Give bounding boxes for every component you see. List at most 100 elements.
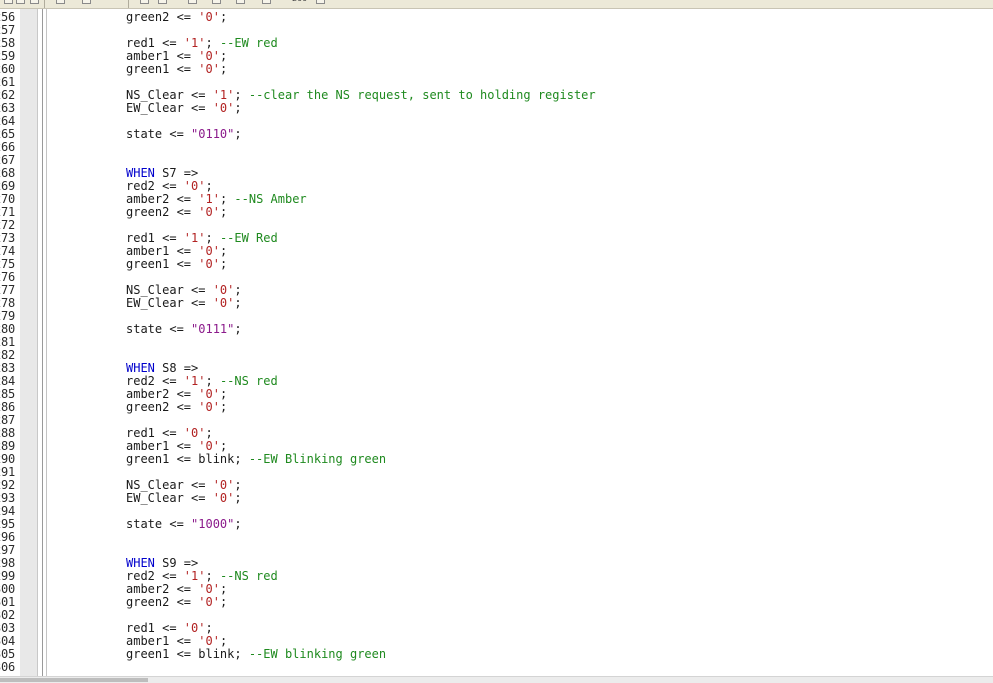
char-literal-token: '0' (212, 283, 235, 297)
code-line[interactable]: green1 <= '0'; (126, 258, 227, 271)
char-literal-token: '1' (183, 374, 206, 388)
comment-token: --EW Blinking green (248, 452, 387, 466)
char-literal-token: '0' (183, 179, 206, 193)
code-token: green1 <= (126, 62, 199, 76)
code-token: S8 => (154, 361, 199, 375)
code-token: EW_Clear <= (126, 491, 213, 505)
code-token: ; (219, 205, 228, 219)
paste-icon[interactable] (140, 0, 149, 4)
char-literal-token: '0' (212, 491, 235, 505)
comment-token: --NS red (219, 569, 278, 583)
fold-margin-line (42, 9, 43, 676)
char-literal-token: '0' (198, 582, 220, 596)
code-token: amber1 <= (126, 244, 199, 258)
open-file-icon[interactable] (16, 0, 25, 4)
code-token: ; (234, 296, 242, 310)
char-literal-token: '0' (183, 426, 206, 440)
code-token: green1 <= blink; (126, 647, 249, 661)
code-line[interactable]: EW_Clear <= '0'; (126, 297, 242, 310)
line-number: 306 (0, 660, 16, 674)
char-literal-token: '0' (198, 10, 220, 24)
char-literal-token: '1' (212, 88, 235, 102)
find-icon[interactable] (212, 0, 221, 4)
code-token: EW_Clear <= (126, 296, 213, 310)
code-line[interactable]: state <= "0111"; (126, 323, 242, 336)
breakpoint-margin[interactable] (20, 9, 38, 676)
code-token: ; (219, 582, 228, 596)
undo-icon[interactable] (158, 0, 167, 4)
code-token: ; (234, 491, 242, 505)
code-token: ; (234, 127, 242, 141)
char-literal-token: '0' (198, 244, 220, 258)
string-token: "1000" (191, 517, 235, 531)
code-token: state <= (126, 322, 192, 336)
new-file-icon[interactable] (4, 0, 13, 4)
char-literal-token: '0' (212, 478, 235, 492)
code-token: amber2 <= (126, 387, 199, 401)
code-token: ; (205, 231, 220, 245)
code-token: ; (234, 322, 242, 336)
code-token: state <= (126, 517, 192, 531)
code-line[interactable]: EW_Clear <= '0'; (126, 102, 242, 115)
comment-token: --EW Red (219, 231, 278, 245)
code-token: red1 <= (126, 36, 184, 50)
keyword-token: WHEN (126, 166, 155, 180)
code-line[interactable]: state <= "1000"; (126, 518, 242, 531)
keyword-token: WHEN (126, 361, 155, 375)
code-token: ; (219, 257, 228, 271)
code-token: green2 <= (126, 400, 199, 414)
save-icon[interactable] (30, 0, 39, 4)
code-token: amber1 <= (126, 634, 199, 648)
scrollbar-thumb[interactable] (0, 678, 148, 682)
redo-icon[interactable] (188, 0, 197, 4)
string-token: "0111" (191, 322, 235, 336)
code-line[interactable]: green1 <= blink; --EW Blinking green (126, 453, 386, 466)
code-line[interactable]: state <= "0110"; (126, 128, 242, 141)
code-token: state <= (126, 127, 192, 141)
toolbar-separator (44, 0, 45, 8)
code-token: ; (219, 244, 228, 258)
code-token: ; (219, 595, 228, 609)
code-token: ; (219, 62, 228, 76)
code-line[interactable]: green2 <= '0'; (126, 401, 227, 414)
comment-token: --clear the NS request, sent to holding … (248, 88, 596, 102)
code-editor[interactable]: green2 <= '0'; red1 <= '1'; --EW red amber… (48, 9, 993, 676)
align-icon[interactable] (316, 0, 325, 4)
code-token: red1 <= (126, 621, 184, 635)
code-token: ; (219, 400, 228, 414)
code-line[interactable]: green2 <= '0'; (126, 596, 227, 609)
code-line[interactable]: EW_Clear <= '0'; (126, 492, 242, 505)
comment-token: --EW red (219, 36, 278, 50)
code-token: green2 <= (126, 10, 199, 24)
code-token: ; (205, 621, 213, 635)
char-literal-token: '0' (183, 621, 206, 635)
code-token: green1 <= blink; (126, 452, 249, 466)
code-token: S9 => (154, 556, 199, 570)
code-token: S7 => (154, 166, 199, 180)
code-line[interactable]: green2 <= '0'; (126, 11, 227, 24)
char-literal-token: '1' (183, 36, 206, 50)
char-literal-token: '0' (212, 101, 235, 115)
copy-icon[interactable] (82, 0, 91, 4)
code-line[interactable]: green1 <= '0'; (126, 63, 227, 76)
code-token: EW_Clear <= (126, 101, 213, 115)
string-token: "0110" (191, 127, 235, 141)
code-token: NS_Clear <= (126, 478, 213, 492)
code-token: ; (205, 179, 213, 193)
go-back-icon[interactable] (262, 0, 271, 4)
line-number-gutter: 2562572582592602612622632642652662672682… (0, 9, 20, 676)
cut-icon[interactable] (56, 0, 65, 4)
code-token: amber1 <= (126, 439, 199, 453)
char-literal-token: '0' (198, 205, 220, 219)
code-token: green2 <= (126, 205, 199, 219)
code-token: ; (234, 88, 249, 102)
fold-margin-line (46, 9, 47, 676)
code-token: ; (219, 10, 228, 24)
bookmark-icon[interactable] (236, 0, 245, 4)
zoom-level[interactable]: 200 (292, 0, 307, 3)
code-line[interactable]: green1 <= blink; --EW blinking green (126, 648, 386, 661)
code-line[interactable]: green2 <= '0'; (126, 206, 227, 219)
char-literal-token: '1' (183, 569, 206, 583)
char-literal-token: '1' (183, 231, 206, 245)
char-literal-token: '0' (198, 62, 220, 76)
